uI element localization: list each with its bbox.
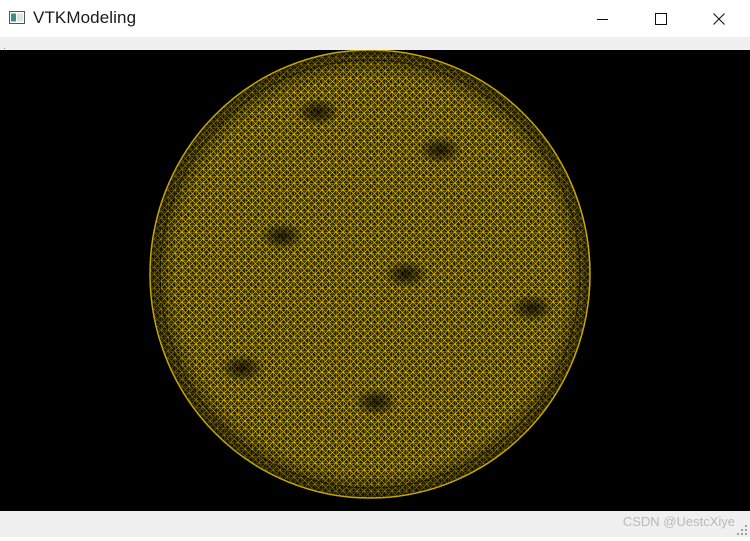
wireframe-mesh bbox=[149, 50, 591, 499]
app-icon bbox=[9, 11, 25, 24]
watermark-text: CSDN @UestcXiye bbox=[622, 514, 735, 529]
maximize-button[interactable] bbox=[632, 0, 690, 37]
minimize-button[interactable] bbox=[574, 0, 632, 37]
resize-grip-icon[interactable] bbox=[736, 523, 748, 535]
status-bar: CSDN @UestcXiye bbox=[0, 511, 750, 537]
title-bar: VTKModeling bbox=[0, 0, 750, 37]
maximize-icon bbox=[655, 12, 667, 25]
toolbar-grip-icon[interactable] bbox=[4, 40, 6, 52]
close-icon bbox=[713, 12, 725, 25]
render-viewport[interactable] bbox=[0, 50, 750, 511]
minimize-icon bbox=[597, 13, 609, 25]
window-title: VTKModeling bbox=[33, 8, 137, 27]
toolbar-strip bbox=[0, 37, 750, 52]
close-button[interactable] bbox=[690, 0, 748, 37]
